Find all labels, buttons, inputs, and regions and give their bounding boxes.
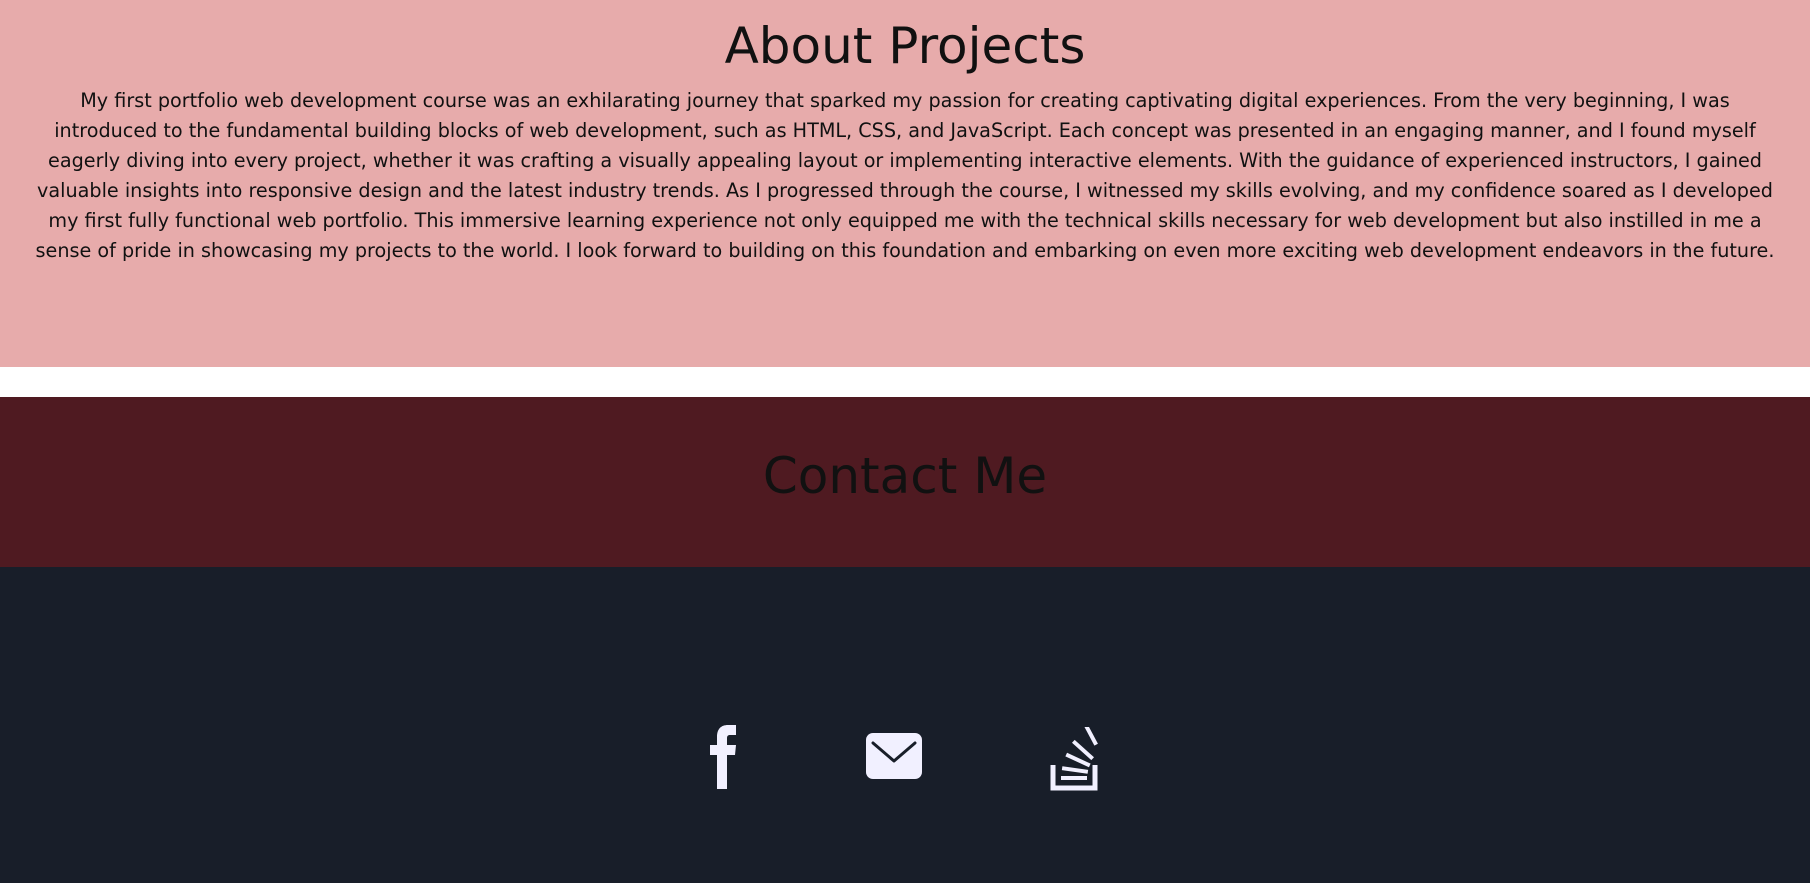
stack-overflow-link[interactable] <box>1050 727 1100 793</box>
contact-section: Contact Me <box>0 397 1810 567</box>
envelope-icon <box>866 733 922 779</box>
section-spacer <box>0 367 1810 397</box>
about-projects-section: About Projects My first portfolio web de… <box>0 0 1810 367</box>
email-link[interactable] <box>866 733 922 779</box>
facebook-icon <box>710 725 736 789</box>
about-projects-paragraph: My first portfolio web development cours… <box>35 89 1775 262</box>
social-footer <box>0 567 1810 883</box>
facebook-link[interactable] <box>700 725 744 789</box>
about-projects-heading: About Projects <box>724 17 1086 75</box>
stack-overflow-icon <box>1050 727 1098 791</box>
contact-heading: Contact Me <box>762 447 1048 505</box>
